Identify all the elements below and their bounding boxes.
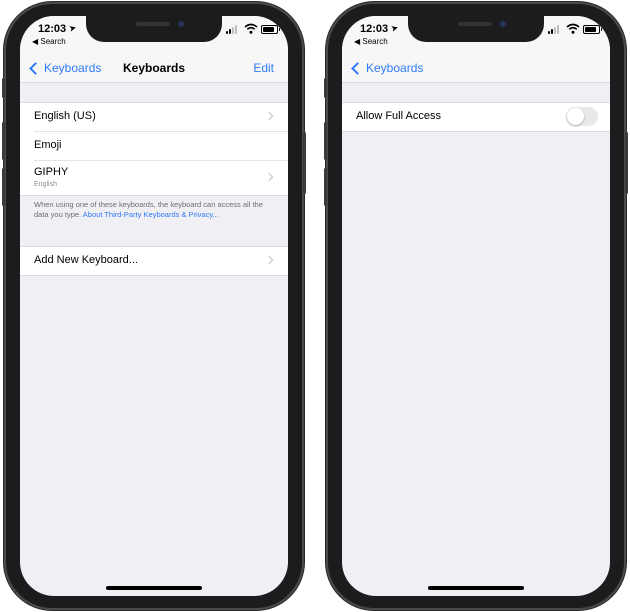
ring-switch (2, 78, 5, 98)
location-arrow-icon: ➤ (389, 22, 400, 34)
keyboard-label: Emoji (34, 139, 62, 151)
volume-up-button (2, 122, 5, 160)
chevron-right-icon (264, 255, 274, 265)
battery-icon (261, 25, 280, 34)
toggle-knob (567, 108, 584, 125)
home-indicator[interactable] (428, 586, 524, 590)
volume-down-button (324, 168, 327, 206)
add-keyboard-group: Add New Keyboard... (20, 246, 288, 276)
back-to-search-link[interactable]: ◀ Search (32, 37, 66, 46)
status-time: 12:03 (360, 23, 389, 35)
back-button-label: Keyboards (366, 61, 424, 75)
back-button[interactable]: Keyboards (350, 61, 423, 75)
side-button (303, 132, 306, 194)
signal-icon (548, 25, 562, 34)
phone-left: 12:03 ➤ ◀ Search Keyboards Keyboards Edi… (2, 4, 306, 608)
allow-full-access-row: Allow Full Access (356, 103, 610, 131)
volume-up-button (324, 122, 327, 160)
location-arrow-icon: ➤ (67, 22, 78, 34)
notch (86, 16, 222, 42)
wifi-icon (566, 23, 580, 34)
add-new-keyboard-row[interactable]: Add New Keyboard... (34, 247, 288, 275)
chevron-right-icon (264, 111, 274, 121)
privacy-note: When using one of these keyboards, the k… (34, 200, 278, 220)
home-indicator[interactable] (106, 586, 202, 590)
notch (408, 16, 544, 42)
nav-bar: Keyboards (342, 60, 610, 83)
status-time: 12:03 (38, 23, 67, 35)
keyboard-language: English (34, 181, 57, 188)
chevron-left-icon (351, 61, 364, 75)
signal-icon (226, 25, 240, 34)
wifi-icon (244, 23, 258, 34)
keyboards-list: English (US) Emoji GIPHY English (20, 102, 288, 196)
volume-down-button (2, 168, 5, 206)
nav-bar: Keyboards Keyboards Edit (20, 60, 288, 83)
screen-keyboards: 12:03 ➤ ◀ Search Keyboards Keyboards Edi… (20, 16, 288, 596)
allow-full-access-label: Allow Full Access (356, 110, 441, 122)
keyboard-row-emoji[interactable]: Emoji (34, 132, 288, 161)
allow-full-access-toggle[interactable] (566, 107, 598, 126)
ring-switch (324, 78, 327, 98)
add-new-keyboard-label: Add New Keyboard... (34, 254, 138, 266)
phone-right: 12:03 ➤ ◀ Search Keyboards Allow Full Ac… (324, 4, 628, 608)
keyboard-label: English (US) (34, 110, 96, 122)
keyboard-row-english[interactable]: English (US) (34, 103, 288, 132)
privacy-link[interactable]: About Third-Party Keyboards & Privacy... (83, 210, 219, 219)
screen-giphy-settings: 12:03 ➤ ◀ Search Keyboards Allow Full Ac… (342, 16, 610, 596)
battery-icon (583, 25, 602, 34)
side-button (625, 132, 628, 194)
full-access-group: Allow Full Access (342, 102, 610, 132)
chevron-right-icon (264, 172, 274, 182)
back-to-search-link[interactable]: ◀ Search (354, 37, 388, 46)
keyboard-row-giphy[interactable]: GIPHY English (34, 161, 288, 195)
page-title: Keyboards (122, 61, 186, 75)
edit-button[interactable]: Edit (253, 61, 274, 75)
keyboard-label: GIPHY (34, 166, 69, 178)
